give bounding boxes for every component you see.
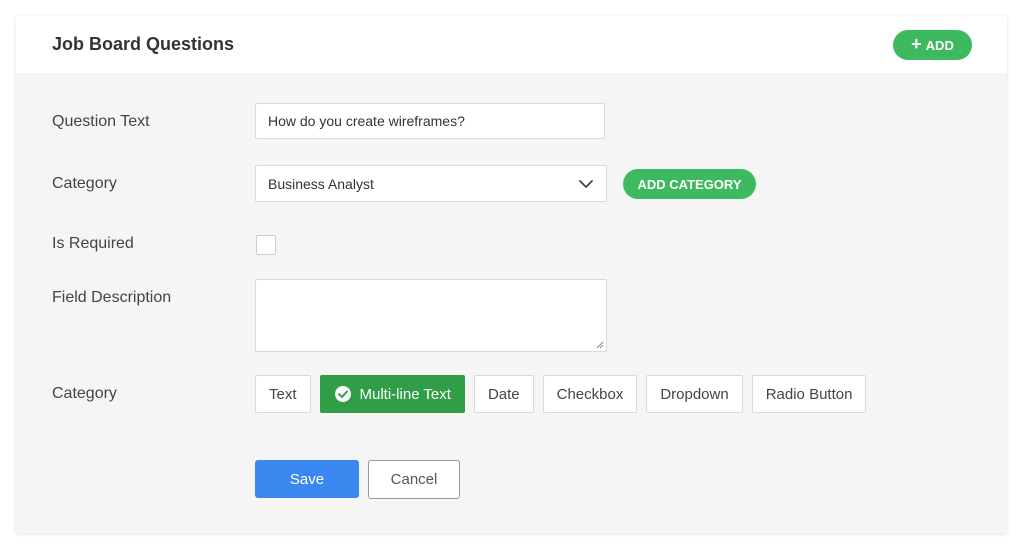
field-description-textarea[interactable] [255, 279, 607, 352]
is-required-label: Is Required [52, 235, 134, 252]
category-label: Category [52, 175, 117, 192]
type-option-checkbox[interactable]: Checkbox [542, 375, 638, 413]
type-option-label: Text [269, 385, 297, 403]
type-option-multi-line-text[interactable]: Multi-line Text [319, 375, 465, 413]
add-button[interactable]: + ADD [893, 30, 972, 60]
save-button[interactable]: Save [255, 460, 359, 498]
type-option-label: Radio Button [765, 385, 853, 403]
category-select-value: Business Analyst [268, 175, 374, 192]
type-option-radio-button[interactable]: Radio Button [751, 375, 867, 413]
field-type-group: Text Multi-line Text Date Checkbox Dropd… [255, 375, 867, 413]
cancel-button[interactable]: Cancel [368, 460, 460, 499]
card-header: Job Board Questions + ADD [16, 16, 1007, 73]
type-option-dropdown[interactable]: Dropdown [646, 375, 743, 413]
type-option-label: Checkbox [556, 385, 624, 403]
category-select[interactable]: Business Analyst [255, 165, 607, 202]
add-category-button[interactable]: ADD CATEGORY [623, 169, 756, 199]
question-text-input[interactable] [255, 103, 605, 139]
type-option-label: Dropdown [660, 385, 729, 403]
type-option-label: Multi-line Text [359, 385, 451, 403]
type-option-date[interactable]: Date [473, 375, 534, 413]
resize-grip-icon[interactable] [596, 341, 604, 349]
plus-icon: + [911, 34, 922, 54]
job-board-questions-card: Job Board Questions + ADD Question Text … [16, 16, 1007, 533]
field-description-label: Field Description [52, 289, 172, 306]
add-button-label: ADD [925, 37, 954, 53]
is-required-checkbox[interactable] [256, 235, 276, 255]
type-option-label: Date [487, 385, 520, 403]
check-circle-icon [334, 386, 351, 402]
field-type-label: Category [52, 385, 117, 402]
page-title: Job Board Questions [52, 34, 235, 54]
question-text-label: Question Text [52, 113, 150, 130]
type-option-text[interactable]: Text [255, 375, 311, 413]
chevron-down-icon [579, 179, 593, 188]
